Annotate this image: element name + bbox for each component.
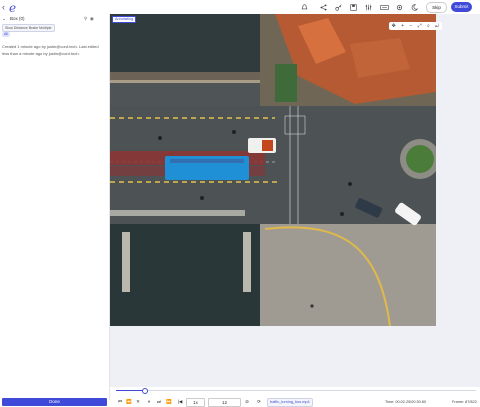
object-label: Box (0) xyxy=(10,16,25,21)
fit-icon[interactable]: ⤢ xyxy=(418,23,422,29)
rewind-button[interactable]: ⏪ xyxy=(125,398,133,405)
back-button[interactable]: ‹ xyxy=(2,2,5,12)
object-header[interactable]: ⌄ Box (0) xyxy=(2,16,25,22)
pin-icon[interactable]: ⚲ xyxy=(84,16,87,21)
skip-button[interactable]: Skip xyxy=(426,2,447,13)
video-frame[interactable] xyxy=(110,14,436,326)
timeline-track[interactable] xyxy=(116,390,476,391)
frame-readout: Frame: 87/822 xyxy=(452,400,477,404)
move-icon[interactable]: ✥ xyxy=(392,23,396,29)
fps-select[interactable]: 12 xyxy=(208,398,241,407)
next-button[interactable]: ⏭ xyxy=(155,398,163,405)
classification-tag-short[interactable]: All xyxy=(2,32,10,37)
bell-icon[interactable] xyxy=(301,4,308,11)
visibility-icon[interactable]: ◉ xyxy=(90,16,94,21)
forward-button[interactable]: ⏩ xyxy=(165,398,173,405)
zoom-out-icon[interactable]: − xyxy=(409,23,412,29)
gear-icon[interactable] xyxy=(396,4,403,11)
zoom-in-icon[interactable]: + xyxy=(401,23,404,29)
keyboard-icon[interactable] xyxy=(380,4,389,11)
image-tools: ✥ + − ⤢ ⌕ ⤾ xyxy=(389,22,442,30)
rotate-icon[interactable]: ⤾ xyxy=(435,23,439,29)
loop-icon[interactable]: ⟳ xyxy=(255,398,263,405)
app-logo: e xyxy=(9,1,17,15)
search-icon[interactable]: ⌕ xyxy=(427,23,430,29)
status-badge: Annotating xyxy=(112,16,137,23)
object-tools: ⚲ ◉ xyxy=(84,16,94,22)
submit-button[interactable]: Submit xyxy=(451,2,472,12)
chevron-down-icon[interactable]: ⌄ xyxy=(2,16,6,21)
settings-icon[interactable] xyxy=(365,4,372,11)
pause-button[interactable]: ⏸ xyxy=(145,398,153,405)
save-icon[interactable] xyxy=(350,4,357,11)
close-icon[interactable]: ✕ xyxy=(134,398,142,405)
key-icon[interactable] xyxy=(335,4,342,11)
timeline-progress xyxy=(116,390,144,391)
prev-keyframe-button[interactable]: |◀ xyxy=(176,398,184,405)
moon-icon[interactable] xyxy=(411,4,419,11)
stop-icon[interactable]: ⊘ xyxy=(243,398,251,405)
done-button[interactable]: Done xyxy=(2,398,107,406)
top-toolbar: ‹ e Skip Submit xyxy=(0,0,480,15)
object-meta: Created 1 minute ago by justin@cord.tech… xyxy=(2,44,99,56)
vehicle-bus xyxy=(165,156,249,180)
label-sidebar xyxy=(0,14,110,400)
timeline-handle[interactable] xyxy=(142,388,148,394)
time-readout: Time: 00:02.25/00:30.80 xyxy=(385,400,427,404)
share-icon[interactable] xyxy=(320,4,327,11)
file-name-chip[interactable]: traffic_turning_bus.mp4 xyxy=(267,398,313,407)
first-frame-button[interactable]: ⏮ xyxy=(116,398,124,405)
speed-select[interactable]: 1x xyxy=(186,398,205,407)
classification-tag[interactable]: Slow Distance Brake Multiple xyxy=(2,24,55,32)
